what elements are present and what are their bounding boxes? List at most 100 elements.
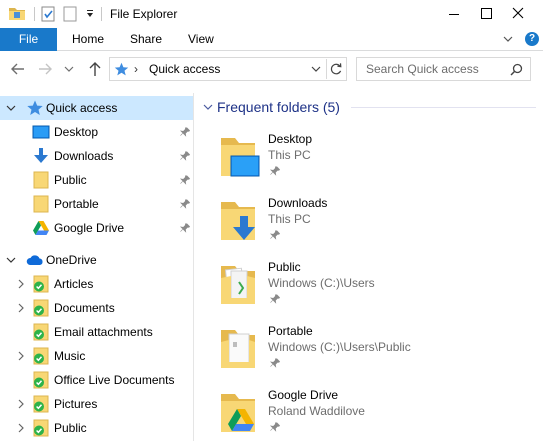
title-bar: File Explorer (0, 0, 543, 28)
onedrive-cloud-icon (26, 255, 43, 265)
sidebar-item-downloads[interactable]: Downloads (0, 144, 193, 168)
collapse-chevron-icon[interactable] (6, 254, 16, 266)
sidebar-item-desktop[interactable]: Desktop (0, 120, 193, 144)
tab-share[interactable]: Share (130, 28, 162, 51)
collapse-chevron-icon[interactable] (202, 101, 214, 113)
expand-ribbon-chevron-icon[interactable] (502, 33, 514, 45)
folder-tile-portable[interactable]: Portable Windows (C:)\Users\Public (217, 324, 537, 380)
pin-icon[interactable] (268, 229, 280, 241)
sidebar-item-portable[interactable]: Portable (0, 192, 193, 216)
synced-folder-icon (33, 371, 49, 389)
search-input[interactable]: Search Quick access (356, 57, 531, 81)
folder-icon (9, 8, 25, 20)
pin-icon[interactable] (178, 126, 190, 138)
pin-icon[interactable] (268, 165, 280, 177)
close-button[interactable] (502, 0, 534, 28)
folder-name: Portable (268, 324, 313, 338)
address-bar[interactable]: › Quick access (109, 57, 347, 81)
minimize-button[interactable] (438, 0, 470, 28)
pin-icon[interactable] (178, 198, 190, 210)
sidebar-item-public-onedrive[interactable]: Public (0, 416, 193, 440)
folder-name: Downloads (268, 196, 328, 210)
folder-location: Roland Waddilove (268, 404, 365, 418)
downloads-icon (34, 148, 48, 163)
search-placeholder: Search Quick access (366, 62, 479, 76)
sidebar-item-google-drive[interactable]: Google Drive (0, 216, 193, 240)
maximize-button[interactable] (470, 0, 502, 28)
properties-icon[interactable] (41, 6, 56, 22)
tab-file[interactable]: File (0, 28, 57, 51)
sidebar-item-label: Public (54, 173, 87, 187)
pin-icon[interactable] (268, 421, 280, 433)
sidebar-item-label: Articles (54, 277, 94, 291)
folder-tile-public[interactable]: Public Windows (C:)\Users (217, 260, 537, 316)
synced-folder-icon (33, 275, 49, 293)
group-header-frequent-folders[interactable]: Frequent folders (5) (195, 97, 543, 117)
sidebar-item-pictures[interactable]: Pictures (0, 392, 193, 416)
sidebar-item-email-attachments[interactable]: Email attachments (0, 320, 193, 344)
refresh-icon[interactable] (326, 59, 346, 79)
breadcrumb-chevron-icon[interactable]: › (134, 62, 138, 76)
synced-folder-icon (33, 299, 49, 317)
synced-folder-icon (33, 323, 49, 341)
sidebar-item-label: Public (54, 421, 87, 435)
pin-icon[interactable] (178, 222, 190, 234)
portable-folder-icon (221, 330, 255, 368)
back-arrow-icon[interactable] (10, 61, 26, 77)
folder-tile-downloads[interactable]: Downloads This PC (217, 196, 537, 252)
tab-view[interactable]: View (188, 28, 214, 51)
expand-chevron-icon[interactable] (16, 302, 26, 314)
folder-tile-google-drive[interactable]: Google Drive Roland Waddilove (217, 388, 537, 441)
sidebar-item-documents[interactable]: Documents (0, 296, 193, 320)
separator (101, 7, 102, 21)
synced-folder-icon (33, 395, 49, 413)
tab-home[interactable]: Home (72, 28, 104, 51)
google-drive-folder-icon (221, 394, 255, 432)
content-pane: Frequent folders (5) Desktop This PC Dow… (195, 93, 543, 441)
expand-chevron-icon[interactable] (16, 398, 26, 410)
collapse-chevron-icon[interactable] (6, 102, 16, 114)
sidebar-item-label: Quick access (46, 101, 118, 115)
search-icon[interactable] (510, 63, 523, 76)
sidebar-item-music[interactable]: Music (0, 344, 193, 368)
help-button[interactable]: ? (525, 32, 539, 46)
folder-tile-desktop[interactable]: Desktop This PC (217, 132, 537, 188)
up-arrow-icon[interactable] (87, 60, 103, 77)
desktop-folder-icon (221, 138, 260, 177)
expand-chevron-icon[interactable] (16, 350, 26, 362)
folder-location: Windows (C:)\Users (268, 276, 375, 290)
sidebar-item-onedrive[interactable]: OneDrive (0, 248, 193, 272)
ribbon: File Home Share View ? (0, 28, 543, 51)
breadcrumb-quick-access[interactable]: Quick access (149, 62, 220, 76)
pin-icon[interactable] (178, 150, 190, 162)
pin-icon[interactable] (268, 293, 280, 305)
sidebar-item-office-live-documents[interactable]: Office Live Documents (0, 368, 193, 392)
expand-chevron-icon[interactable] (16, 422, 26, 434)
sidebar-item-label: OneDrive (46, 253, 97, 267)
public-folder-icon (221, 266, 255, 304)
customize-dropdown-icon[interactable] (84, 6, 96, 22)
separator (34, 7, 35, 21)
sidebar-item-articles[interactable]: Articles (0, 272, 193, 296)
address-history-dropdown-icon[interactable] (310, 63, 322, 75)
sidebar-item-quick-access[interactable]: Quick access (0, 96, 193, 120)
synced-folder-icon (33, 419, 49, 437)
sidebar-item-public[interactable]: Public (0, 168, 193, 192)
sidebar-item-label: Downloads (54, 149, 114, 163)
sidebar-item-label: Email attachments (54, 325, 153, 339)
forward-arrow-icon[interactable] (37, 61, 53, 77)
quick-access-star-icon (27, 100, 43, 115)
folder-location: This PC (268, 148, 311, 162)
folder-location: Windows (C:)\Users\Public (268, 340, 411, 354)
folder-location: This PC (268, 212, 311, 226)
recent-locations-dropdown-icon[interactable] (63, 62, 75, 76)
expand-chevron-icon[interactable] (16, 278, 26, 290)
pin-icon[interactable] (268, 357, 280, 369)
navigation-bar: › Quick access Search Quick access (0, 51, 543, 87)
pin-icon[interactable] (178, 174, 190, 186)
sidebar-item-label: Music (54, 349, 86, 363)
folder-icon (33, 195, 49, 213)
window-title: File Explorer (110, 7, 178, 21)
new-folder-icon[interactable] (63, 6, 77, 22)
folder-name: Desktop (268, 132, 313, 146)
